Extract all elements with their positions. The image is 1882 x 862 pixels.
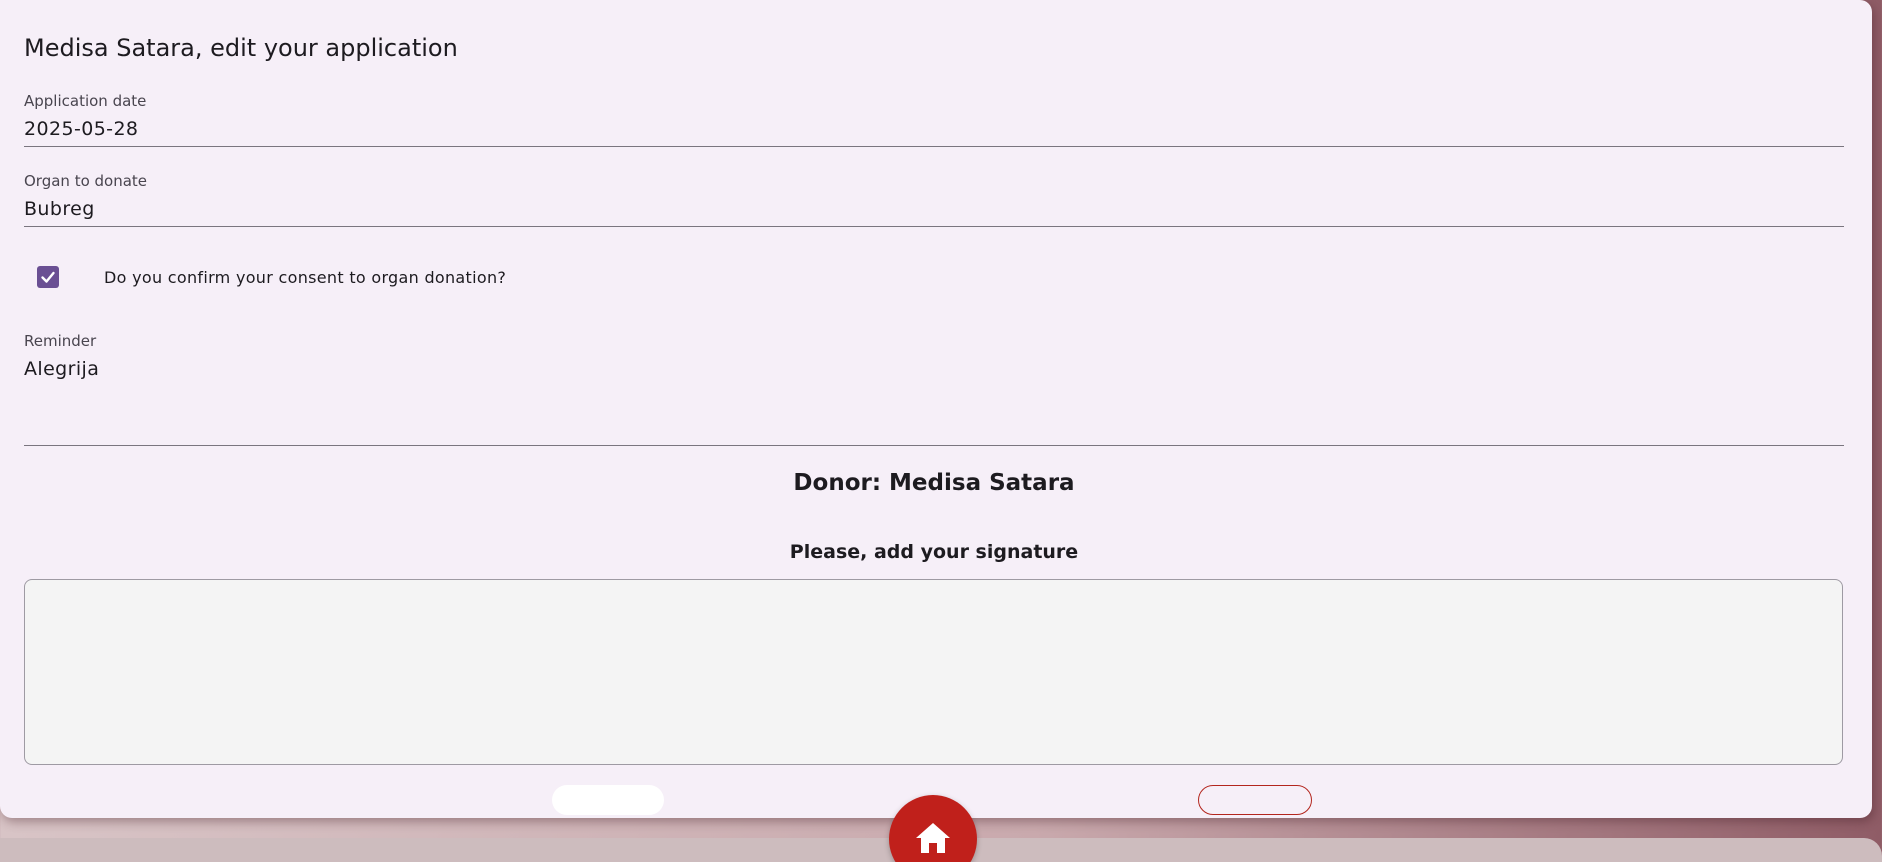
- signature-pad[interactable]: [24, 579, 1843, 765]
- consent-checkbox[interactable]: [37, 266, 59, 288]
- application-date-label: Application date: [24, 92, 147, 110]
- consent-row[interactable]: Do you confirm your consent to organ don…: [37, 265, 506, 289]
- donor-heading: Donor: Medisa Satara: [793, 470, 1075, 496]
- clear-button[interactable]: [552, 785, 664, 815]
- reminder-field[interactable]: Reminder Alegrija: [24, 330, 1844, 446]
- organ-value[interactable]: Bubreg: [24, 198, 95, 220]
- organ-field[interactable]: Organ to donate Bubreg: [24, 170, 1844, 227]
- organ-label: Organ to donate: [24, 172, 148, 190]
- edit-application-dialog: Medisa Satara, edit your application App…: [0, 0, 1872, 818]
- application-date-field[interactable]: Application date 2025-05-28: [24, 90, 1844, 147]
- check-icon: [41, 271, 55, 283]
- reminder-label: Reminder: [24, 332, 97, 350]
- reminder-value[interactable]: Alegrija: [24, 358, 99, 380]
- application-date-value[interactable]: 2025-05-28: [24, 118, 138, 140]
- cancel-button[interactable]: [1198, 785, 1312, 815]
- signature-label: Please, add your signature: [789, 541, 1079, 563]
- home-icon: [916, 823, 950, 853]
- consent-label[interactable]: Do you confirm your consent to organ don…: [104, 268, 506, 287]
- dialog-title: Medisa Satara, edit your application: [24, 34, 458, 62]
